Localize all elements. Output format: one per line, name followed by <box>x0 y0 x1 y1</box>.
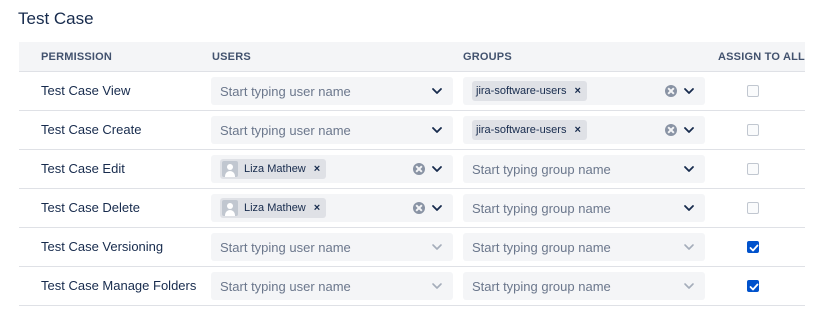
header-users: USERS <box>212 51 251 63</box>
permission-name: Test Case View <box>41 83 131 98</box>
user-avatar-icon <box>222 200 238 216</box>
chevron-down-icon[interactable] <box>683 280 695 292</box>
assign-to-all-checkbox[interactable] <box>747 85 759 97</box>
selected-user-chip: Liza Mathew × <box>220 198 327 218</box>
users-select[interactable]: Liza Mathew × <box>211 194 453 222</box>
header-groups: GROUPS <box>463 51 512 63</box>
table-row: Test Case Versioning Start typing user na… <box>19 228 805 267</box>
permission-name: Test Case Create <box>41 122 142 137</box>
table-row: Test Case Edit Liza Mathew × Start typing g… <box>19 150 805 189</box>
permissions-table: PERMISSION USERS GROUPS ASSIGN TO ALL Te… <box>19 42 805 306</box>
close-icon[interactable]: × <box>574 124 580 136</box>
groups-select[interactable]: jira-software-users × <box>463 77 705 105</box>
clear-icon[interactable] <box>665 124 677 136</box>
users-placeholder: Start typing user name <box>220 84 351 99</box>
chevron-down-icon[interactable] <box>431 280 443 292</box>
groups-placeholder: Start typing group name <box>472 240 611 255</box>
chip-label: jira-software-users <box>476 85 567 97</box>
groups-placeholder: Start typing group name <box>472 279 611 294</box>
permission-name: Test Case Versioning <box>41 239 164 254</box>
chip-label: Liza Mathew <box>244 163 306 175</box>
chevron-down-icon[interactable] <box>431 202 443 214</box>
chevron-down-icon[interactable] <box>683 163 695 175</box>
chevron-down-icon[interactable] <box>683 124 695 136</box>
selected-group-chip: jira-software-users × <box>472 81 587 101</box>
chevron-down-icon[interactable] <box>683 241 695 253</box>
permission-name: Test Case Delete <box>41 200 140 215</box>
assign-to-all-checkbox[interactable] <box>747 280 759 292</box>
close-icon[interactable]: × <box>314 202 320 214</box>
assign-to-all-checkbox[interactable] <box>747 202 759 214</box>
table-row: Test Case Manage Folders Start typing use… <box>19 267 805 306</box>
table-row: Test Case View Start typing user name jira… <box>19 72 805 111</box>
table-row: Test Case Create Start typing user name ji… <box>19 111 805 150</box>
table-header: PERMISSION USERS GROUPS ASSIGN TO ALL <box>19 42 805 72</box>
clear-icon[interactable] <box>413 202 425 214</box>
close-icon[interactable]: × <box>574 85 580 97</box>
chevron-down-icon[interactable] <box>431 85 443 97</box>
assign-to-all-checkbox[interactable] <box>747 241 759 253</box>
header-permission: PERMISSION <box>41 51 113 63</box>
clear-icon[interactable] <box>413 163 425 175</box>
section-title: Test Case <box>18 9 94 28</box>
chevron-down-icon[interactable] <box>431 124 443 136</box>
groups-placeholder: Start typing group name <box>472 162 611 177</box>
table-row: Test Case Delete Liza Mathew × Start typing… <box>19 189 805 228</box>
selected-group-chip: jira-software-users × <box>472 120 587 140</box>
groups-select[interactable]: Start typing group name <box>463 272 705 300</box>
users-placeholder: Start typing user name <box>220 279 351 294</box>
user-avatar-icon <box>222 161 238 177</box>
groups-select[interactable]: jira-software-users × <box>463 116 705 144</box>
groups-select[interactable]: Start typing group name <box>463 155 705 183</box>
users-select[interactable]: Start typing user name <box>211 116 453 144</box>
permission-name: Test Case Manage Folders <box>41 278 197 293</box>
selected-user-chip: Liza Mathew × <box>220 159 327 179</box>
chevron-down-icon[interactable] <box>683 85 695 97</box>
users-select[interactable]: Start typing user name <box>211 77 453 105</box>
chip-label: jira-software-users <box>476 124 567 136</box>
users-select[interactable]: Start typing user name <box>211 272 453 300</box>
users-select[interactable]: Liza Mathew × <box>211 155 453 183</box>
assign-to-all-checkbox[interactable] <box>747 124 759 136</box>
close-icon[interactable]: × <box>314 163 320 175</box>
groups-select[interactable]: Start typing group name <box>463 233 705 261</box>
users-placeholder: Start typing user name <box>220 123 351 138</box>
clear-icon[interactable] <box>665 85 677 97</box>
groups-placeholder: Start typing group name <box>472 201 611 216</box>
permission-name: Test Case Edit <box>41 161 125 176</box>
users-select[interactable]: Start typing user name <box>211 233 453 261</box>
chevron-down-icon[interactable] <box>683 202 695 214</box>
groups-select[interactable]: Start typing group name <box>463 194 705 222</box>
chevron-down-icon[interactable] <box>431 163 443 175</box>
chip-label: Liza Mathew <box>244 202 306 214</box>
chevron-down-icon[interactable] <box>431 241 443 253</box>
assign-to-all-checkbox[interactable] <box>747 163 759 175</box>
header-assign-to-all: ASSIGN TO ALL <box>718 51 805 63</box>
users-placeholder: Start typing user name <box>220 240 351 255</box>
